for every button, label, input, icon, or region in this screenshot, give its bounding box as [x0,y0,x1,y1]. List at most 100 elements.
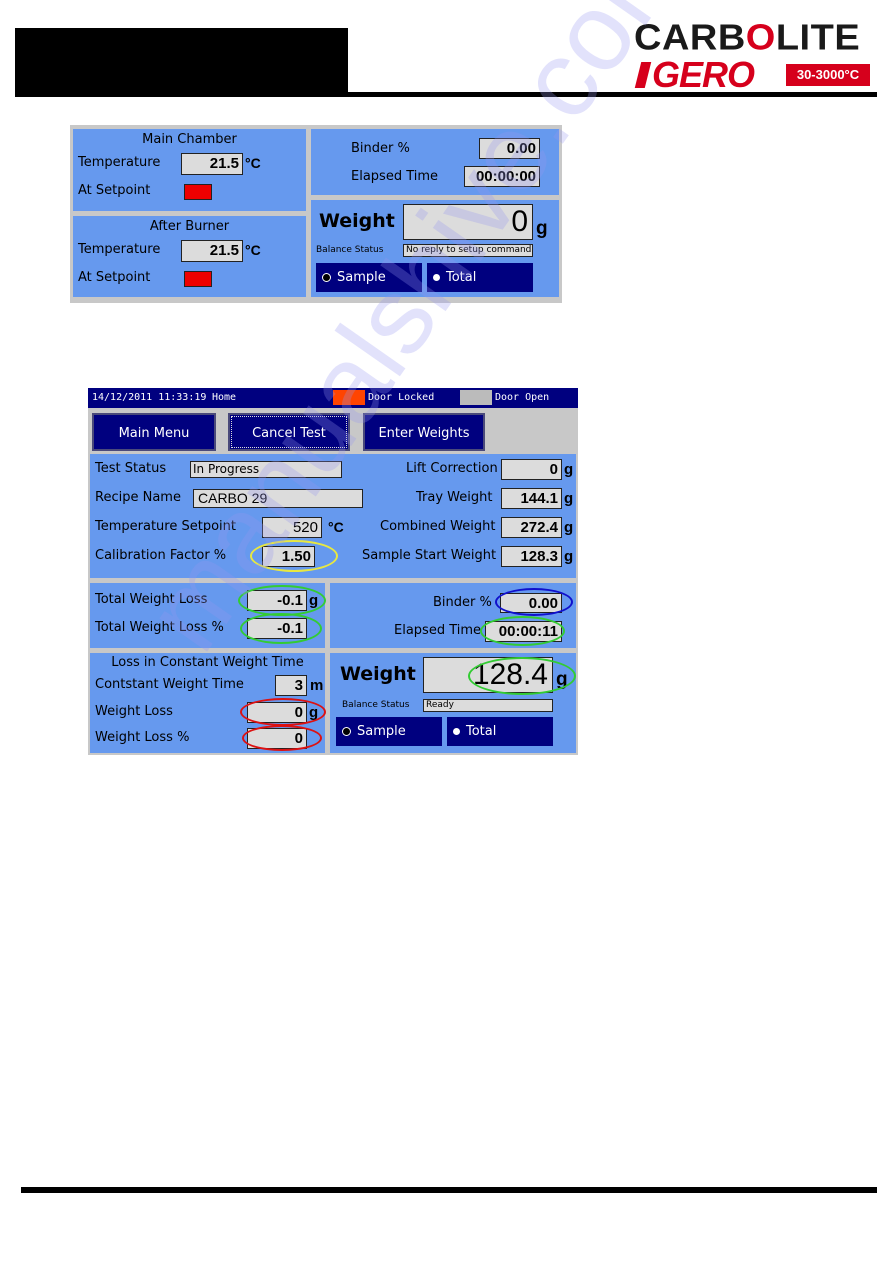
tray-weight-unit: g [564,490,574,507]
door-open-indicator [460,390,492,405]
sample-start-weight-field: 128.3 [501,546,562,567]
after-burner-section: After Burner Temperature 21.5 °C At Setp… [73,216,306,297]
weight-label: Weight [340,663,416,685]
weight-loss-unit: g [309,704,319,721]
weight-label: Weight [319,210,395,232]
constant-weight-time-field: 3 [275,675,307,696]
combined-weight-unit: g [564,519,574,536]
carbolite-gero-logo: CARBOLITE GERO 30-3000°C [632,18,872,96]
temperature-setpoint-field: 520 [262,517,322,538]
main-menu-button[interactable]: Main Menu [92,413,216,451]
weight-loss-pct-field: 0 [247,728,307,749]
sample-button[interactable]: Sample [316,263,422,292]
logo-temperature-range: 30-3000°C [786,64,870,86]
after-burner-temperature-unit: °C [245,242,261,258]
elapsed-time-field: 00:00:11 [485,621,562,642]
after-burner-at-setpoint-indicator [184,271,212,287]
weight-loss-field: 0 [247,702,307,723]
test-status-label: Test Status [95,461,167,476]
main-chamber-section: Main Chamber Temperature 21.5 °C At Setp… [73,129,306,211]
balance-status-field: Ready [423,699,553,712]
main-chamber-at-setpoint-indicator [184,184,212,200]
logo-o-letter: O [745,18,776,58]
total-weight-loss-field: -0.1 [247,590,307,611]
sample-start-weight-unit: g [564,548,574,565]
tray-weight-field: 144.1 [501,488,562,509]
lift-correction-label: Lift Correction [406,461,498,476]
radio-unselected-icon [342,727,351,736]
total-button-label: Total [466,724,497,739]
combined-weight-label: Combined Weight [380,519,496,534]
elapsed-time-field: 00:00:00 [464,166,540,187]
weight-field: 0 [403,204,533,240]
sample-button-label: Sample [337,270,386,285]
radio-selected-icon [433,274,440,281]
balance-status-label: Balance Status [316,245,384,255]
total-button[interactable]: Total [427,263,533,292]
sample-button[interactable]: Sample [336,717,442,746]
total-weight-loss-unit: g [309,592,319,609]
status-datetime: 14/12/2011 11:33:19 [92,392,207,403]
sample-button-label: Sample [357,724,406,739]
total-weight-loss-pct-label: Total Weight Loss % [95,620,224,635]
main-chamber-title: Main Chamber [142,132,237,147]
footer-rule [21,1187,877,1193]
total-button-label: Total [446,270,477,285]
constant-weight-section: Loss in Constant Weight Time Contstant W… [90,653,326,753]
after-burner-at-setpoint-label: At Setpoint [78,270,151,285]
hmi-panel-test-progress: 14/12/2011 11:33:19 Home Door Locked Doo… [88,388,578,755]
balance-status-label: Balance Status [342,700,410,710]
binder-label: Binder % [433,595,492,610]
binder-elapsed-section: Binder % 0.00 Elapsed Time 00:00:00 [311,129,559,195]
status-screen-name: Home [212,392,237,403]
recipe-name-label: Recipe Name [95,490,181,505]
hmi-panel-furnace-status: Main Chamber Temperature 21.5 °C At Setp… [70,125,562,303]
total-weight-loss-pct-field: -0.1 [247,618,307,639]
constant-weight-title: Loss in Constant Weight Time [111,655,304,670]
header-black-block [15,28,348,94]
door-open-label: Door Open [495,392,550,403]
test-info-section: Test Status In Progress Recipe Name CARB… [90,454,576,578]
radio-selected-icon [453,728,460,735]
combined-weight-field: 272.4 [501,517,562,538]
binder-field: 0.00 [479,138,540,159]
weight-loss-pct-label: Weight Loss % [95,730,190,745]
main-chamber-temperature-label: Temperature [78,155,161,170]
sample-start-weight-label: Sample Start Weight [362,548,497,563]
total-button[interactable]: Total [447,717,553,746]
temperature-setpoint-label: Temperature Setpoint [95,519,236,534]
binder-field: 0.00 [500,593,562,613]
cancel-test-button[interactable]: Cancel Test [228,413,350,451]
status-bar: 14/12/2011 11:33:19 Home Door Locked Doo… [88,388,578,408]
total-weight-loss-section: Total Weight Loss -0.1 g Total Weight Lo… [90,583,326,648]
weight-loss-label: Weight Loss [95,704,173,719]
weight-unit: g [536,218,548,239]
weight-field: 128.4 [423,657,553,693]
tray-weight-label: Tray Weight [416,490,493,505]
calibration-factor-label: Calibration Factor % [95,548,227,563]
after-burner-temperature-field: 21.5 [181,240,243,262]
temperature-setpoint-unit: °C [328,519,344,535]
binder-elapsed-section: Binder % 0.00 Elapsed Time 00:00:11 [330,583,576,648]
constant-weight-time-label: Contstant Weight Time [95,677,244,692]
weight-section: Weight 0 g Balance Status No reply to se… [311,200,559,297]
lift-correction-unit: g [564,461,574,478]
enter-weights-button[interactable]: Enter Weights [363,413,485,451]
logo-gero-text: GERO [652,54,755,95]
elapsed-time-label: Elapsed Time [351,169,439,184]
radio-unselected-icon [322,273,331,282]
total-weight-loss-label: Total Weight Loss [95,592,208,607]
recipe-name-field: CARBO 29 [193,489,363,508]
after-burner-temperature-label: Temperature [78,242,161,257]
logo-text-part: CARB [634,18,746,58]
logo-red-slash [634,62,652,88]
elapsed-time-label: Elapsed Time [394,623,482,638]
calibration-factor-field: 1.50 [262,546,315,567]
lift-correction-field: 0 [501,459,562,480]
weight-unit: g [556,669,568,690]
logo-carbolite-text: CARBOLITE [634,19,860,57]
weight-section: Weight 128.4 g Balance Status Ready Samp… [330,653,576,753]
main-chamber-at-setpoint-label: At Setpoint [78,183,151,198]
test-status-field: In Progress [190,461,342,478]
main-chamber-temperature-field: 21.5 [181,153,243,175]
